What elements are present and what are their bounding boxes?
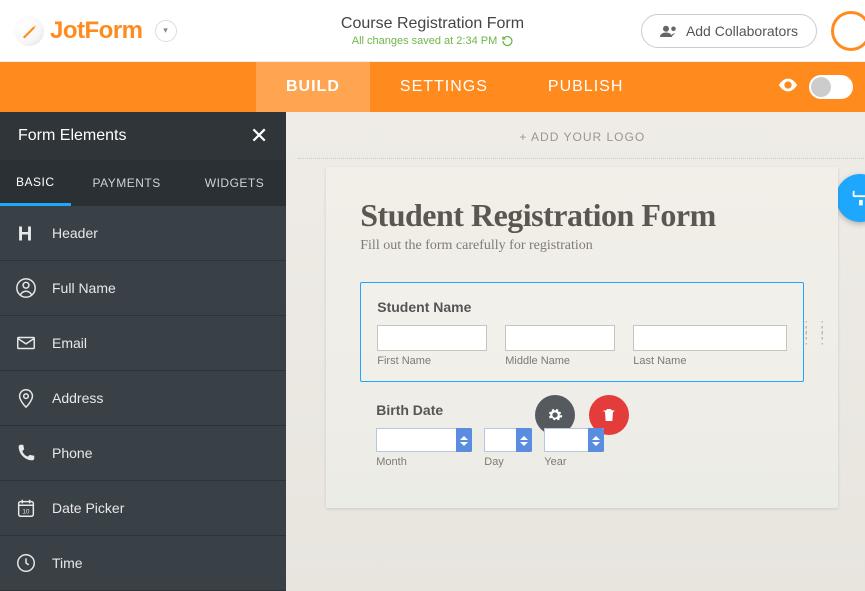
first-name-input[interactable]: [377, 325, 487, 351]
add-logo-button[interactable]: + ADD YOUR LOGO: [298, 126, 865, 159]
tab-build[interactable]: BUILD: [256, 62, 370, 112]
preview-toggle[interactable]: [809, 75, 853, 99]
header-icon: H: [0, 222, 52, 244]
logo-mark-icon: [14, 16, 44, 46]
panel-tab-basic[interactable]: BASIC: [0, 160, 71, 206]
email-icon: [0, 332, 52, 354]
save-status-text: All changes saved at 2:34 PM: [352, 35, 498, 47]
sublabel: Day: [484, 456, 532, 468]
element-label: Phone: [52, 445, 92, 461]
collaborators-icon: [660, 24, 678, 38]
add-collaborators-button[interactable]: Add Collaborators: [641, 14, 817, 48]
sublabel: Last Name: [633, 355, 787, 367]
collab-label: Add Collaborators: [686, 23, 798, 39]
calendar-icon: 10: [0, 497, 52, 519]
preview-icon[interactable]: [777, 74, 799, 101]
form-canvas: + ADD YOUR LOGO Student Registration For…: [286, 112, 865, 591]
last-name-input[interactable]: [633, 325, 787, 351]
logo-dropdown-button[interactable]: ▾: [155, 20, 177, 42]
element-label: Time: [52, 555, 83, 571]
form-paper: Student Registration Form Fill out the f…: [326, 167, 838, 508]
save-status: All changes saved at 2:34 PM: [341, 35, 524, 47]
element-label: Header: [52, 225, 98, 241]
sublabel: Month: [376, 456, 472, 468]
person-icon: [0, 277, 52, 299]
field-student-name[interactable]: ⋮⋮⋮⋮⋮⋮ Student Name First Name Middle Na…: [360, 282, 804, 382]
drag-handle-icon[interactable]: ⋮⋮⋮⋮⋮⋮: [799, 323, 831, 341]
form-heading[interactable]: Student Registration Form: [360, 197, 804, 234]
sublabel: First Name: [377, 355, 487, 367]
tab-publish[interactable]: PUBLISH: [518, 62, 653, 112]
element-email[interactable]: Email: [0, 316, 286, 371]
form-elements-panel: Form Elements ✕ BASIC PAYMENTS WIDGETS H…: [0, 112, 286, 591]
trash-icon: [601, 407, 617, 423]
sublabel: Year: [544, 456, 604, 468]
field-birth-date[interactable]: Birth Date Month Day Year: [360, 402, 804, 468]
element-phone[interactable]: Phone: [0, 426, 286, 481]
svg-text:H: H: [18, 223, 33, 244]
gear-icon: [547, 407, 563, 423]
clock-icon: [0, 552, 52, 574]
field-label: Student Name: [377, 299, 787, 315]
panel-tab-widgets[interactable]: WIDGETS: [183, 160, 287, 206]
logo-text: JotForm: [50, 17, 143, 45]
month-select[interactable]: [376, 428, 472, 452]
element-address[interactable]: Address: [0, 371, 286, 426]
element-label: Full Name: [52, 280, 116, 296]
element-label: Date Picker: [52, 500, 124, 516]
middle-name-input[interactable]: [505, 325, 615, 351]
phone-icon: [0, 442, 52, 464]
panel-title: Form Elements: [18, 127, 250, 145]
logo[interactable]: JotForm: [14, 16, 143, 46]
element-label: Address: [52, 390, 103, 406]
close-icon[interactable]: ✕: [250, 123, 268, 149]
element-date-picker[interactable]: 10 Date Picker: [0, 481, 286, 536]
sublabel: Middle Name: [505, 355, 615, 367]
panel-tab-payments[interactable]: PAYMENTS: [71, 160, 183, 206]
location-icon: [0, 387, 52, 409]
form-title[interactable]: Course Registration Form: [341, 15, 524, 33]
year-select[interactable]: [544, 428, 604, 452]
svg-text:10: 10: [22, 509, 30, 516]
day-select[interactable]: [484, 428, 532, 452]
undo-icon: [501, 35, 513, 47]
tab-settings[interactable]: SETTINGS: [370, 62, 518, 112]
avatar[interactable]: [831, 11, 865, 51]
element-time[interactable]: Time: [0, 536, 286, 591]
element-header[interactable]: H Header: [0, 206, 286, 261]
element-label: Email: [52, 335, 87, 351]
form-subheading[interactable]: Fill out the form carefully for registra…: [360, 238, 804, 254]
element-full-name[interactable]: Full Name: [0, 261, 286, 316]
